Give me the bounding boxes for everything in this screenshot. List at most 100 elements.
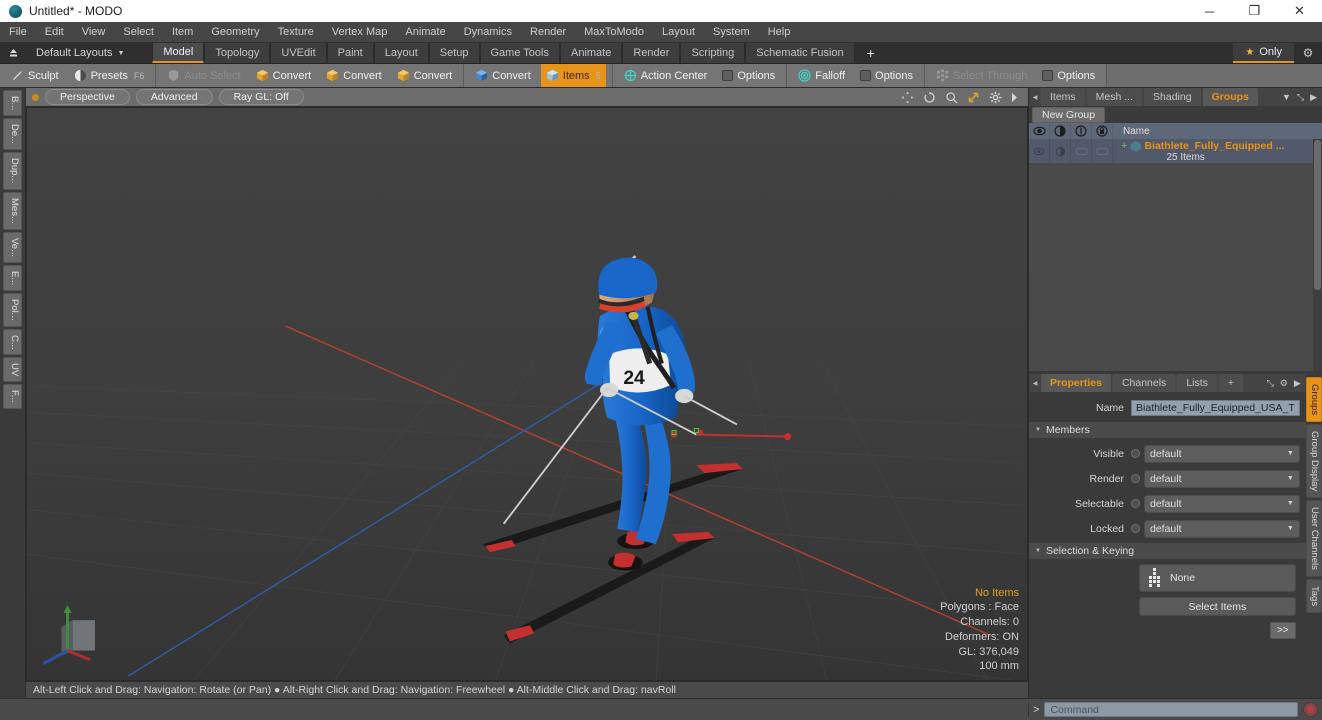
menu-item-dynamics[interactable]: Dynamics [455,22,521,43]
close-button[interactable]: ✕ [1277,0,1322,22]
right-tab-group-display[interactable]: Group Display [1305,424,1322,499]
toolbar-button-action-center[interactable]: Action Center [619,64,713,87]
menu-item-system[interactable]: System [704,22,759,43]
tab-lists[interactable]: Lists [1177,374,1217,392]
members-combo-locked[interactable]: default ▼ [1144,519,1300,538]
left-tab-3[interactable]: Mes... [3,191,22,230]
right-tab-user-channels[interactable]: User Channels [1305,500,1322,578]
members-combo-selectable[interactable]: default ▼ [1144,494,1300,513]
expand-icon[interactable]: ⤡ [1267,378,1274,389]
enable-toggle-icon[interactable] [1131,449,1140,458]
scrollbar-thumb[interactable] [1314,140,1321,290]
maximize-button[interactable]: ❐ [1232,0,1277,22]
toolbar-button-falloff[interactable]: Falloff [793,64,850,87]
rotate-icon[interactable] [923,90,936,104]
row-selectable-toggle[interactable] [1071,139,1092,163]
tree-scrollbar[interactable] [1313,139,1322,371]
right-tab-tags[interactable]: Tags [1305,579,1322,614]
layout-tab-setup[interactable]: Setup [428,43,480,63]
expand-icon[interactable]: ⤡ [1297,92,1304,103]
menu-item-item[interactable]: Item [163,22,202,43]
toolbar-button-convert[interactable]: Convert [251,64,317,87]
row-render-toggle[interactable] [1050,139,1071,163]
layout-tab-game-tools[interactable]: Game Tools [479,43,560,63]
panel-more-icon[interactable]: ▶ [1310,92,1317,103]
menu-item-animate[interactable]: Animate [396,22,454,43]
group-tree-body[interactable]: + Biathlete_Fully_Equipped ... 25 Items [1029,139,1322,371]
toolbar-button-convert[interactable]: Convert [321,64,387,87]
toolbar-button-convert[interactable]: Convert [470,64,536,87]
left-tab-9[interactable]: F... [3,384,22,410]
eye-icon[interactable] [1029,123,1050,139]
render-icon[interactable] [1050,123,1071,139]
selection-set-field[interactable]: None [1139,564,1296,592]
gear-icon[interactable] [989,91,1002,104]
viewport-shading-dropdown[interactable]: Advanced [135,89,213,105]
right-tab-groups[interactable]: Groups [1305,377,1322,423]
viewport-3d[interactable]: 24 No Items Polygons: Face Channels: 0 … [26,107,1028,681]
layout-tab-topology[interactable]: Topology [204,43,271,63]
enable-toggle-icon[interactable] [1131,499,1140,508]
menu-item-texture[interactable]: Texture [269,22,323,43]
zoom-icon[interactable] [945,91,958,104]
row-visibility-toggle[interactable] [1029,139,1050,163]
menu-item-view[interactable]: View [73,22,115,43]
menu-item-render[interactable]: Render [521,22,575,43]
menu-item-select[interactable]: Select [114,22,163,43]
toolbar-button-sculpt[interactable]: Sculpt [6,64,64,87]
export-icon[interactable] [0,43,26,63]
members-combo-render[interactable]: default ▼ [1144,469,1300,488]
add-layout-tab-button[interactable]: + [855,43,887,63]
left-tab-8[interactable]: UV [3,357,22,383]
menu-item-layout[interactable]: Layout [653,22,704,43]
left-tab-5[interactable]: E... [3,264,22,291]
section-selection-keying-header[interactable]: ▼ Selection & Keying [1029,543,1306,559]
layout-tab-scripting[interactable]: Scripting [680,43,746,63]
pan-icon[interactable] [901,91,914,104]
menu-item-file[interactable]: File [0,22,36,43]
enable-toggle-icon[interactable] [1131,474,1140,483]
tab-overflow-icon[interactable]: ▼ [1282,92,1291,102]
viewport-projection-dropdown[interactable]: Perspective [45,89,130,105]
menu-item-help[interactable]: Help [759,22,800,43]
tab-channels[interactable]: Channels [1112,374,1176,392]
layout-tab-uvedit[interactable]: UVEdit [270,43,327,63]
tab-shading[interactable]: Shading [1144,88,1201,106]
layout-tab-animate[interactable]: Animate [560,43,623,63]
toolbar-button-presets[interactable]: Presets F6 [69,64,150,87]
gear-icon[interactable]: ⚙ [1280,378,1288,389]
toolbar-button-convert[interactable]: Convert [392,64,458,87]
panel-more-icon[interactable]: ▶ [1294,378,1301,389]
select-items-button[interactable]: Select Items [1139,597,1296,616]
toolbar-button-options[interactable]: Options [1037,64,1100,87]
menu-item-edit[interactable]: Edit [36,22,73,43]
table-row[interactable]: + Biathlete_Fully_Equipped ... 25 Items [1029,139,1322,163]
default-layouts-dropdown[interactable]: Default Layouts ▼ [26,43,134,63]
tab-[interactable]: + [1218,374,1244,392]
menu-item-geometry[interactable]: Geometry [202,22,268,43]
row-name-cell[interactable]: + Biathlete_Fully_Equipped ... 25 Items [1113,139,1322,163]
toolbar-button-items[interactable]: Items 5 [540,64,606,87]
minimize-button[interactable]: ─ [1187,0,1232,22]
name-input[interactable]: Biathlete_Fully_Equipped_USA_T [1131,399,1300,416]
record-icon[interactable] [1303,702,1318,717]
enable-toggle-icon[interactable] [1131,524,1140,533]
left-tab-2[interactable]: Dup... [3,152,22,190]
selectable-icon[interactable] [1071,123,1092,139]
viewport-state-dot[interactable] [32,93,39,101]
advance-button[interactable]: >> [1269,622,1296,639]
left-tab-6[interactable]: Pol... [3,292,22,327]
fit-icon[interactable] [967,91,980,104]
tab-items[interactable]: Items [1041,88,1085,106]
only-toggle-button[interactable]: ★ Only [1233,43,1294,63]
menu-item-vertex-map[interactable]: Vertex Map [323,22,397,43]
members-combo-visible[interactable]: default ▼ [1144,444,1300,463]
toolbar-button-options[interactable]: Options [855,64,918,87]
new-group-button[interactable]: New Group [1032,106,1106,123]
expander-icon[interactable]: + [1121,140,1127,153]
layout-tab-model[interactable]: Model [152,43,205,63]
layout-tab-render[interactable]: Render [622,43,681,63]
viewport-raygl-dropdown[interactable]: Ray GL: Off [218,89,304,105]
left-tab-7[interactable]: C... [3,328,22,356]
left-tab-4[interactable]: Ve... [3,231,22,263]
